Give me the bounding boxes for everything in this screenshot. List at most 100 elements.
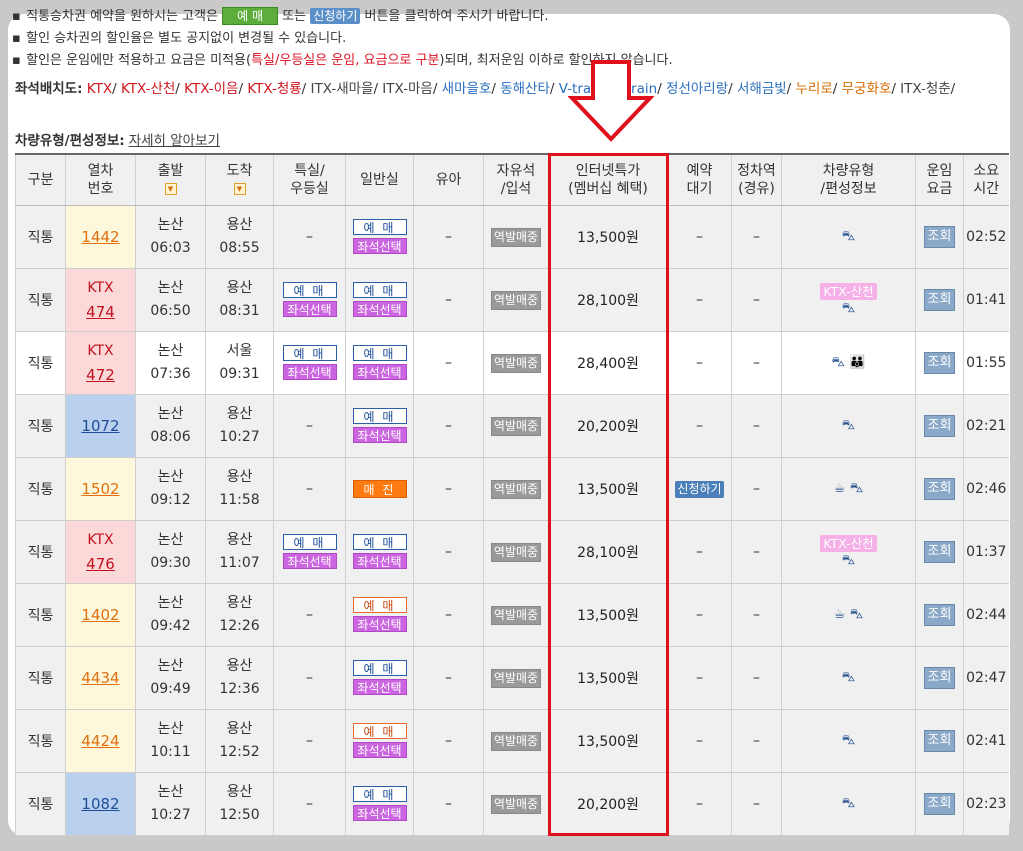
fare-query-button[interactable]: 조회 (923, 352, 956, 374)
seat-map-link[interactable]: 정선아리랑 (666, 81, 728, 97)
depart-time: 09:12 (150, 492, 191, 508)
empty-cell: – (753, 355, 760, 371)
notice-1: ▪ 직통승차권 예약을 원하시는 고객은 예 매 또는 신청하기 버튼을 클릭하… (12, 6, 673, 28)
duration: 02:46 (966, 481, 1007, 497)
vehicle-info-link[interactable]: 자세히 알아보기 (129, 133, 220, 149)
seat-select-button[interactable]: 좌석선택 (352, 301, 407, 317)
fare-query-button[interactable]: 조회 (923, 478, 956, 500)
arrive-time: 11:07 (219, 555, 260, 571)
arrive-station: 용산 (226, 658, 253, 674)
arrive-time: 12:50 (219, 807, 260, 823)
reserve-button[interactable]: 예 매 (352, 219, 407, 235)
seat-select-button[interactable]: 좌석선택 (352, 427, 407, 443)
bike-icon: ⛍ (841, 796, 856, 811)
seat-select-button[interactable]: 좌석선택 (352, 553, 407, 569)
fare-query-button[interactable]: 조회 (923, 604, 956, 626)
seat-select-button[interactable]: 좌석선택 (282, 364, 337, 380)
seat-select-button[interactable]: 좌석선택 (352, 679, 407, 695)
seat-map-link[interactable]: KTX (87, 81, 112, 97)
cafe-icon: ☕ (833, 481, 846, 496)
train-type: 직통 (27, 608, 54, 624)
vehicle-type-tag: KTX-산천 (820, 282, 877, 300)
seat-map-link[interactable]: 동해산타 (500, 81, 550, 97)
reserve-button[interactable]: 예 매 (352, 534, 407, 550)
fare-query-button[interactable]: 조회 (923, 415, 956, 437)
sort-icon[interactable]: ▼ (164, 183, 177, 195)
seat-select-button[interactable]: 좌석선택 (352, 805, 407, 821)
seat-select-button[interactable]: 좌석선택 (352, 616, 407, 632)
seat-map-link[interactable]: ITX-마음 (382, 81, 433, 97)
fare-query-button[interactable]: 조회 (923, 730, 956, 752)
train-number[interactable]: KTX 476 (86, 528, 115, 577)
reserve-button[interactable]: 예 매 (352, 408, 407, 424)
arrive-station: 용산 (226, 721, 253, 737)
table-row: 직통 KTX 472 논산 07:36 서울 09:31 예 매 좌석선택 예 매 좌석선택 – 역발매… (15, 331, 1009, 395)
header-free-seat: 자유석 /입석 (483, 153, 549, 206)
train-number-link[interactable]: 1082 (81, 795, 119, 813)
bike-icon: ⛍ (849, 481, 864, 496)
header-special: 특실/ 우등실 (273, 153, 346, 206)
train-number-link[interactable]: 476 (86, 555, 115, 573)
reserve-button[interactable]: 예 매 (282, 345, 337, 361)
reserve-button[interactable]: 예 매 (352, 597, 407, 613)
seat-select-button[interactable]: 좌석선택 (352, 238, 407, 254)
table-header-row: 구분 열차 번호 출발 ▼ 도착 ▼ 특실/ 우등실 일반실 유아 자유석 /입석 … (15, 153, 1009, 206)
station-sale-badge: 역발매중 (490, 542, 542, 562)
separator: / (175, 81, 185, 97)
seat-map-link[interactable]: ITX-새마을 (311, 81, 374, 97)
apply-sample-button[interactable]: 신청하기 (310, 8, 361, 24)
empty-cell: – (753, 481, 760, 497)
train-number-link[interactable]: 1442 (81, 228, 119, 246)
seat-map-link[interactable]: 서해금빛 (737, 81, 787, 97)
seat-map-link[interactable]: KTX-이음 (184, 81, 238, 97)
train-number-link[interactable]: 1402 (81, 606, 119, 624)
reserve-sample-button[interactable]: 예 매 (222, 7, 278, 25)
train-number-link[interactable]: 4434 (81, 669, 119, 687)
fare-query-button[interactable]: 조회 (923, 226, 956, 248)
train-number-link[interactable]: 1502 (81, 480, 119, 498)
seat-select-button[interactable]: 좌석선택 (352, 742, 407, 758)
seat-map-link[interactable]: KTX-청룡 (247, 81, 301, 97)
reserve-button[interactable]: 예 매 (282, 534, 337, 550)
seat-select-button[interactable]: 좌석선택 (282, 301, 337, 317)
bike-icon: ⛍ (841, 552, 856, 568)
empty-cell: – (753, 229, 760, 245)
header-arrive[interactable]: 도착 ▼ (205, 153, 274, 206)
reserve-button[interactable]: 예 매 (352, 723, 407, 739)
reserve-button[interactable]: 예 매 (352, 282, 407, 298)
reserve-button[interactable]: 예 매 (352, 345, 407, 361)
reserve-button[interactable]: 예 매 (352, 786, 407, 802)
train-number-link[interactable]: 472 (86, 366, 115, 384)
empty-cell: – (696, 607, 703, 623)
down-arrow-icon (568, 60, 654, 142)
apply-waitlist-button[interactable]: 신청하기 (675, 480, 724, 498)
header-depart[interactable]: 출발 ▼ (135, 153, 206, 206)
train-number-link[interactable]: 4424 (81, 732, 119, 750)
seat-map-link[interactable]: 무궁화호 (842, 81, 892, 97)
seat-map-link[interactable]: 새마을호 (442, 81, 492, 97)
fare-query-button[interactable]: 조회 (923, 793, 956, 815)
seat-select-button[interactable]: 좌석선택 (282, 553, 337, 569)
fare-query-button[interactable]: 조회 (923, 541, 956, 563)
seat-map-link[interactable]: KTX-산천 (121, 81, 175, 97)
fare-query-button[interactable]: 조회 (923, 289, 956, 311)
seat-map-link[interactable]: ITX-청춘 (900, 81, 951, 97)
reserve-button[interactable]: 예 매 (282, 282, 337, 298)
reserve-button[interactable]: 예 매 (352, 660, 407, 676)
train-number[interactable]: KTX 474 (86, 276, 115, 325)
depart-station: 논산 (157, 469, 184, 485)
station-sale-badge: 역발매중 (490, 416, 542, 436)
train-number-link[interactable]: 474 (86, 303, 115, 321)
fare-query-button[interactable]: 조회 (923, 667, 956, 689)
notice-red-text: 특실/우등실은 운임, 요금으로 구분 (251, 53, 440, 68)
seat-select-button[interactable]: 좌석선택 (352, 364, 407, 380)
train-number-link[interactable]: 1072 (81, 417, 119, 435)
empty-cell: – (445, 355, 452, 371)
depart-station: 논산 (157, 217, 184, 233)
duration: 02:21 (966, 418, 1007, 434)
separator: / (549, 81, 559, 97)
train-number[interactable]: KTX 472 (86, 339, 115, 388)
seat-map-link[interactable]: 누리로 (796, 81, 833, 97)
depart-station: 논산 (157, 784, 184, 800)
sort-icon[interactable]: ▼ (233, 183, 246, 195)
